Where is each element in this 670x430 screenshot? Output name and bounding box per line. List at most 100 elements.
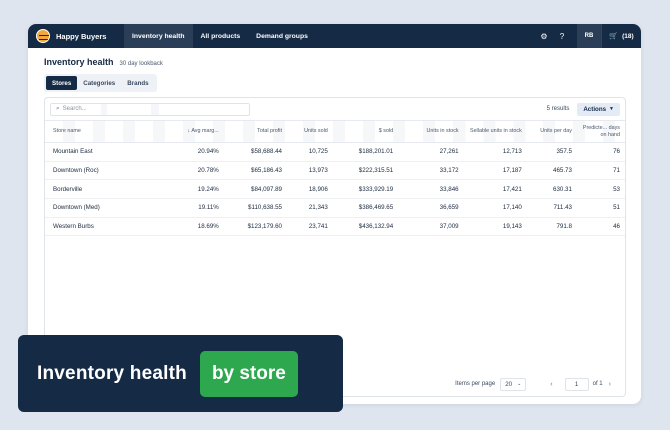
table-toolbar: ⌕ Search... 5 results Actions ▼ xyxy=(45,98,625,120)
cell-units-in-stock: 36,659 xyxy=(398,198,464,218)
search-input[interactable]: ⌕ Search... xyxy=(50,102,250,116)
view-tabs: Stores Categories Brands xyxy=(44,74,157,92)
cell-days-on-hand: 53 xyxy=(576,179,625,200)
nav-item-all-products[interactable]: All products xyxy=(193,24,249,48)
overlay-banner: Inventory health by store xyxy=(18,335,343,412)
help-icon[interactable]: ? xyxy=(553,24,571,48)
logo-icon xyxy=(36,29,50,43)
brand-name: Happy Buyers xyxy=(56,31,107,41)
chevron-down-icon: ▼ xyxy=(609,106,614,112)
cell-units-per-day: 791.8 xyxy=(526,217,577,237)
next-page-icon[interactable]: › xyxy=(609,381,611,388)
table-header-row: Store name ↓ Avg marg... Total profit Un… xyxy=(45,120,625,143)
cell-store-name: Mountain East xyxy=(45,142,168,162)
cell-units-per-day: 357.5 xyxy=(526,142,577,162)
cell-avg-margin: 19.11% xyxy=(167,198,224,218)
cell-dollars-sold: $333,929.19 xyxy=(332,179,399,200)
column-header-store-name[interactable]: Store name xyxy=(45,120,168,143)
page-header: Inventory health 30 day lookback xyxy=(44,57,163,67)
cell-total-profit: $65,186.43 xyxy=(223,161,287,181)
cell-store-name: Western Burbs xyxy=(45,217,168,237)
items-per-page-value: 20 xyxy=(505,380,513,388)
column-header-units-sold[interactable]: Units sold xyxy=(287,120,333,143)
cell-units-in-stock: 33,846 xyxy=(398,179,464,200)
cell-sellable-units: 17,421 xyxy=(463,179,527,200)
cell-avg-margin: 20.78% xyxy=(167,161,224,181)
cell-avg-margin: 18.69% xyxy=(167,217,224,237)
tab-categories[interactable]: Categories xyxy=(77,76,121,90)
items-per-page-select[interactable]: 20 ⌄ xyxy=(500,377,527,391)
search-icon: ⌕ xyxy=(56,105,60,112)
page-total: of 1 xyxy=(592,381,603,387)
cell-units-sold: 23,741 xyxy=(287,217,333,237)
cell-store-name: Downtown (Med) xyxy=(45,198,168,218)
cell-units-in-stock: 33,172 xyxy=(398,161,464,181)
page-number-input[interactable]: 1 xyxy=(564,377,589,391)
cell-total-profit: $110,638.55 xyxy=(223,198,287,218)
banner-title: Inventory health xyxy=(37,362,187,384)
cell-units-in-stock: 37,009 xyxy=(398,217,464,237)
page-subtitle: 30 day lookback xyxy=(119,61,163,67)
chevron-down-icon: ⌄ xyxy=(517,381,522,387)
cell-sellable-units: 12,713 xyxy=(463,142,527,162)
nav-item-inventory-health[interactable]: Inventory health xyxy=(124,24,193,48)
column-header-units-per-day[interactable]: Units per day xyxy=(526,120,577,143)
table-row[interactable]: Borderville 19.24% $84,097.89 18,906 $33… xyxy=(45,179,625,200)
column-header-avg-margin-label: Avg marg... xyxy=(191,128,219,135)
table-row[interactable]: Downtown (Med) 19.11% $110,638.55 21,343… xyxy=(45,198,625,218)
cell-dollars-sold: $386,469.65 xyxy=(332,198,399,218)
previous-page-icon[interactable]: ‹ xyxy=(550,381,552,388)
cart-button[interactable]: 🛒 (18) xyxy=(601,24,641,48)
results-count: 5 results xyxy=(546,106,570,112)
column-header-total-profit[interactable]: Total profit xyxy=(223,120,287,143)
tab-stores[interactable]: Stores xyxy=(46,76,78,90)
cell-store-name: Borderville xyxy=(45,179,168,200)
cell-days-on-hand: 51 xyxy=(576,198,625,218)
cell-sellable-units: 17,187 xyxy=(463,161,527,181)
cell-total-profit: $58,688.44 xyxy=(223,142,287,162)
column-header-dollars-sold[interactable]: $ sold xyxy=(332,120,399,143)
cart-count: (18) xyxy=(622,32,634,40)
search-placeholder: Search... xyxy=(62,106,87,112)
sort-arrow-icon: ↓ xyxy=(187,128,191,135)
cell-units-per-day: 465.73 xyxy=(526,161,577,181)
cell-units-per-day: 711.43 xyxy=(526,198,577,218)
cell-dollars-sold: $222,315.51 xyxy=(332,161,399,181)
column-header-sellable-units[interactable]: Sellable units in stock xyxy=(463,120,527,143)
avatar[interactable]: RB xyxy=(577,24,601,48)
column-header-units-in-stock[interactable]: Units in stock xyxy=(398,120,464,143)
brand[interactable]: Happy Buyers xyxy=(28,29,124,43)
cell-units-per-day: 630.31 xyxy=(526,179,577,200)
top-navigation: Happy Buyers Inventory health All produc… xyxy=(28,24,641,48)
page-title: Inventory health xyxy=(44,57,114,67)
cell-avg-margin: 20.94% xyxy=(167,142,224,162)
cell-store-name: Downtown (Roc) xyxy=(45,161,168,181)
column-header-days-on-hand[interactable]: Predicte... days on hand xyxy=(576,120,625,143)
cell-units-sold: 21,343 xyxy=(287,198,333,218)
cell-dollars-sold: $188,201.01 xyxy=(332,142,399,162)
cell-units-in-stock: 27,261 xyxy=(398,142,464,162)
table-row[interactable]: Downtown (Roc) 20.78% $65,186.43 13,973 … xyxy=(45,161,625,181)
stores-table: Store name ↓ Avg marg... Total profit Un… xyxy=(45,120,625,237)
table-row[interactable]: Western Burbs 18.69% $123,179.60 23,741 … xyxy=(45,217,625,237)
tab-brands[interactable]: Brands xyxy=(121,76,154,90)
items-per-page-label: Items per page xyxy=(455,381,496,387)
banner-pill: by store xyxy=(199,350,298,397)
cell-dollars-sold: $436,132.94 xyxy=(332,217,399,237)
cell-sellable-units: 17,140 xyxy=(463,198,527,218)
column-header-avg-margin[interactable]: ↓ Avg marg... xyxy=(167,120,224,143)
settings-icon[interactable]: ⚙ xyxy=(535,24,553,48)
cell-days-on-hand: 71 xyxy=(576,161,625,181)
table-row[interactable]: Mountain East 20.94% $58,688.44 10,725 $… xyxy=(45,142,625,162)
cell-avg-margin: 19.24% xyxy=(167,179,224,200)
cell-days-on-hand: 46 xyxy=(576,217,625,237)
nav-item-demand-groups[interactable]: Demand groups xyxy=(248,24,316,48)
cell-units-sold: 10,725 xyxy=(287,142,333,162)
cell-total-profit: $84,097.89 xyxy=(223,179,287,200)
cell-total-profit: $123,179.60 xyxy=(223,217,287,237)
cell-units-sold: 13,973 xyxy=(287,161,333,181)
cell-days-on-hand: 76 xyxy=(576,142,625,162)
cell-sellable-units: 19,143 xyxy=(463,217,527,237)
actions-label: Actions xyxy=(583,105,607,113)
actions-button[interactable]: Actions ▼ xyxy=(577,102,620,116)
